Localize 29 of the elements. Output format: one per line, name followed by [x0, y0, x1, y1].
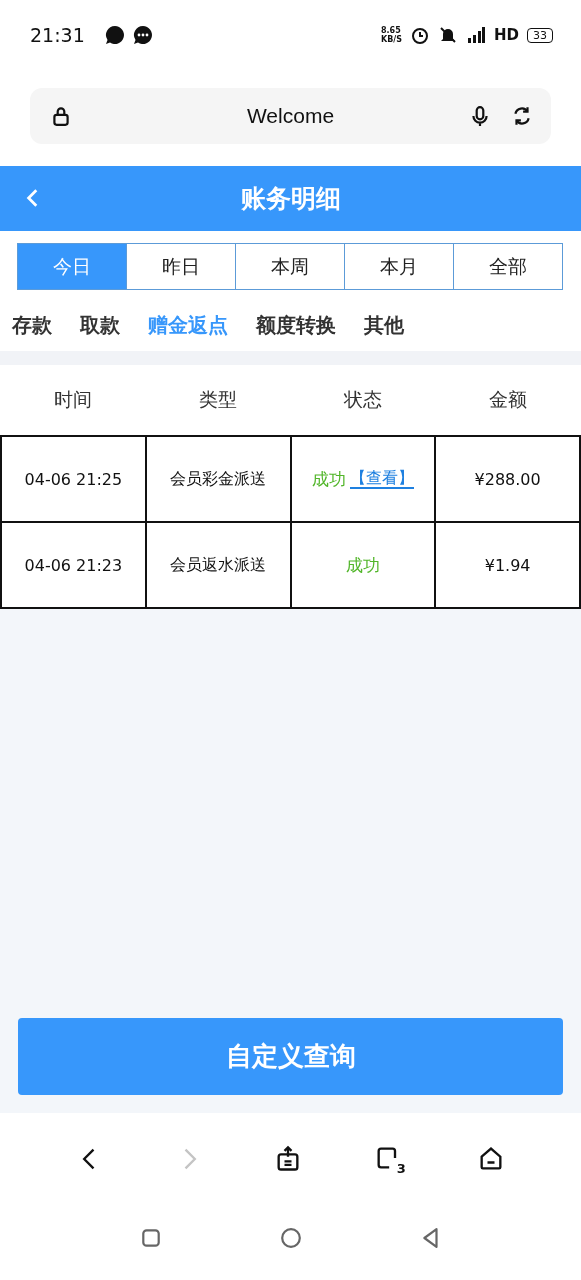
period-tab[interactable]: 全部	[453, 243, 563, 290]
header-title: 账务明细	[240, 183, 341, 215]
period-tab[interactable]: 本周	[235, 243, 345, 290]
table-cell: ¥288.00	[434, 437, 581, 521]
status-text: 成功	[345, 553, 380, 577]
table-cell: ¥1.94	[434, 523, 581, 607]
address-bar[interactable]: Welcome	[30, 88, 551, 144]
battery-level: 33	[527, 27, 553, 43]
network-label: HD	[494, 26, 519, 44]
status-time: 21:31	[30, 24, 85, 46]
table-cell: 会员彩金派送	[144, 437, 290, 521]
column-header: 类型	[197, 387, 238, 412]
table-cell: 04-06 21:25	[0, 437, 145, 521]
page-title: Welcome	[245, 104, 336, 128]
column-header: 金额	[488, 387, 529, 412]
network-speed: 8.65 KB/S	[381, 26, 402, 44]
table-cell: 会员返水派送	[144, 523, 290, 607]
column-header: 时间	[52, 387, 93, 412]
period-tab[interactable]: 昨日	[126, 243, 236, 290]
period-tab[interactable]: 本月	[344, 243, 454, 290]
tabs-button[interactable]: 3	[373, 1144, 406, 1174]
column-header: 状态	[343, 387, 384, 412]
category-tab[interactable]: 其他	[364, 308, 404, 343]
category-tab[interactable]: 取款	[80, 308, 120, 343]
category-tab[interactable]: 存款	[12, 308, 52, 343]
category-tab[interactable]: 额度转换	[256, 308, 336, 343]
view-link[interactable]: 【查看】	[349, 469, 414, 489]
status-text: 成功	[311, 467, 346, 491]
table-cell: 04-06 21:23	[0, 523, 145, 607]
